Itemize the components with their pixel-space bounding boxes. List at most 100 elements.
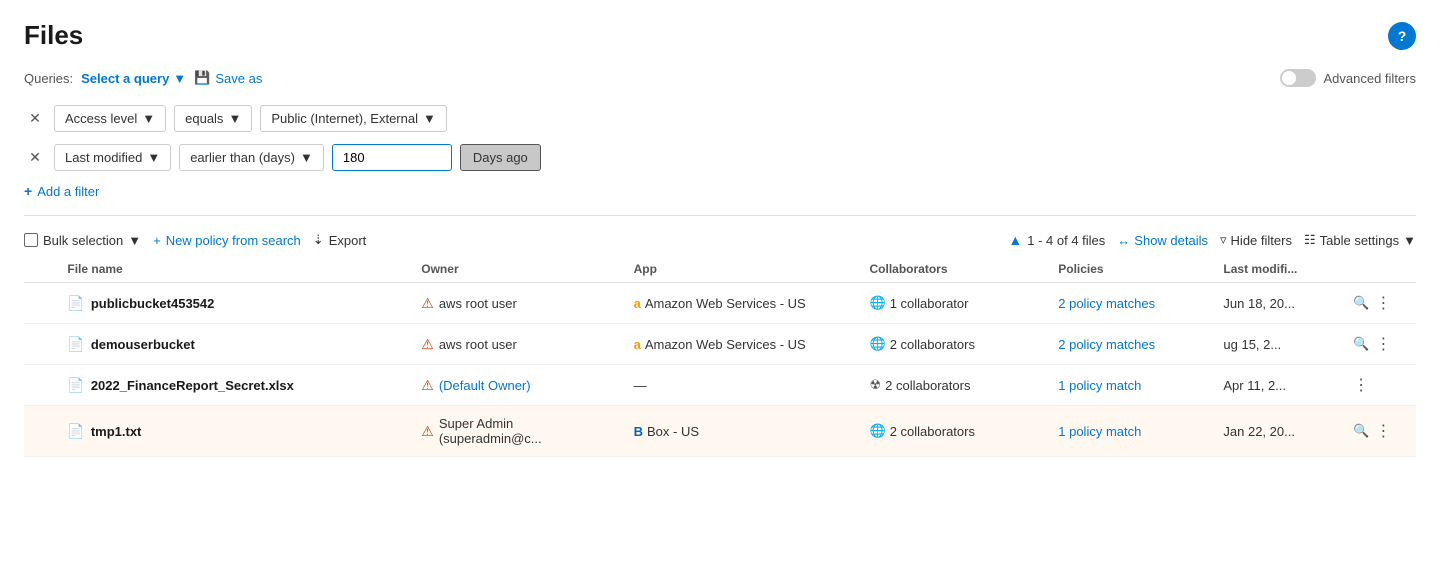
- modified-text: ug 15, 2...: [1223, 337, 1281, 352]
- row-app-cell: a Amazon Web Services - US: [626, 324, 862, 365]
- queries-label: Queries:: [24, 71, 73, 86]
- row-collaborators-cell: ☢ 2 collaborators: [862, 365, 1051, 406]
- hide-filters-button[interactable]: ▿ Hide filters: [1220, 232, 1292, 248]
- chevron-down-icon: ▼: [1403, 233, 1416, 248]
- row-actions-cell: ⋮: [1345, 365, 1416, 406]
- col-policies: Policies: [1050, 256, 1215, 283]
- toggle-thumb: [1282, 71, 1296, 85]
- save-icon: 💾: [194, 70, 210, 86]
- owner-text: Super Admin (superadmin@c...: [439, 416, 618, 446]
- table-row: 📄 2022_FinanceReport_Secret.xlsx ⚠ (Defa…: [24, 365, 1416, 406]
- app-text: Amazon Web Services - US: [645, 337, 806, 352]
- row-more-icon[interactable]: ⋮: [1375, 293, 1391, 313]
- files-table: File name Owner App Collaborators Polici…: [24, 256, 1416, 457]
- arrows-icon: ↔: [1117, 233, 1130, 248]
- export-button[interactable]: ⇣ Export: [313, 232, 366, 248]
- app-text: Amazon Web Services - US: [645, 296, 806, 311]
- save-as-button[interactable]: 💾 Save as: [194, 70, 262, 86]
- filter-2-remove-button[interactable]: ✕: [24, 147, 46, 169]
- row-filename-cell: 📄 tmp1.txt: [59, 406, 413, 457]
- chevron-down-icon: ▼: [423, 111, 436, 126]
- filter-1-field-button[interactable]: Access level ▼: [54, 105, 166, 132]
- row-policies-cell: 2 policy matches: [1050, 324, 1215, 365]
- row-app-cell: —: [626, 365, 862, 406]
- file-icon: 📄: [67, 377, 84, 394]
- row-more-icon[interactable]: ⋮: [1375, 421, 1391, 441]
- bulk-selection-button[interactable]: Bulk selection ▼: [24, 233, 141, 248]
- row-checkbox-cell: [24, 283, 59, 324]
- row-modified-cell: Jun 18, 20...: [1215, 283, 1345, 324]
- select-query-button[interactable]: Select a query ▼: [81, 71, 186, 86]
- filename-text[interactable]: 2022_FinanceReport_Secret.xlsx: [91, 378, 294, 393]
- filter-1-remove-button[interactable]: ✕: [24, 108, 46, 130]
- col-filename: File name: [59, 256, 413, 283]
- app-icon: a: [634, 337, 641, 352]
- results-count: ▲ 1 - 4 of 4 files: [1008, 232, 1105, 248]
- show-details-button[interactable]: ↔ Show details: [1117, 233, 1208, 248]
- table-settings-button[interactable]: ☷ Table settings ▼: [1304, 232, 1416, 248]
- filename-text[interactable]: publicbucket453542: [91, 296, 215, 311]
- row-search-icon[interactable]: 🔍: [1353, 423, 1369, 439]
- new-policy-button[interactable]: + New policy from search: [153, 233, 301, 248]
- warning-icon: ⚠: [421, 377, 434, 394]
- filter-2-days-ago-button[interactable]: Days ago: [460, 144, 541, 171]
- row-modified-cell: Apr 11, 2...: [1215, 365, 1345, 406]
- modified-text: Jun 18, 20...: [1223, 296, 1295, 311]
- filter-2-operator-button[interactable]: earlier than (days) ▼: [179, 144, 324, 171]
- row-filename-cell: 📄 publicbucket453542: [59, 283, 413, 324]
- chevron-down-icon: ▼: [147, 150, 160, 165]
- policies-text[interactable]: 1 policy match: [1058, 378, 1141, 393]
- warning-icon: ⚠: [421, 336, 434, 353]
- app-text: Box - US: [647, 424, 699, 439]
- row-search-icon[interactable]: 🔍: [1353, 336, 1369, 352]
- filter-2-days-input[interactable]: [332, 144, 452, 171]
- row-modified-cell: ug 15, 2...: [1215, 324, 1345, 365]
- col-owner: Owner: [413, 256, 625, 283]
- funnel-outline-icon: ▿: [1220, 232, 1227, 248]
- policies-text[interactable]: 1 policy match: [1058, 424, 1141, 439]
- col-app: App: [626, 256, 862, 283]
- chevron-down-icon: ▼: [173, 71, 186, 86]
- warning-icon: ⚠: [421, 423, 434, 440]
- row-filename-cell: 📄 2022_FinanceReport_Secret.xlsx: [59, 365, 413, 406]
- file-icon: 📄: [67, 336, 84, 353]
- bulk-checkbox: [24, 233, 38, 247]
- help-button[interactable]: ?: [1388, 22, 1416, 50]
- filename-text[interactable]: tmp1.txt: [91, 424, 142, 439]
- row-owner-cell: ⚠ Super Admin (superadmin@c...: [413, 406, 625, 457]
- policies-text[interactable]: 2 policy matches: [1058, 337, 1155, 352]
- chevron-down-icon: ▼: [228, 111, 241, 126]
- filter-row-1: ✕ Access level ▼ equals ▼ Public (Intern…: [24, 105, 1416, 132]
- row-more-icon[interactable]: ⋮: [1375, 334, 1391, 354]
- col-actions: [1345, 256, 1416, 283]
- row-more-icon[interactable]: ⋮: [1353, 375, 1369, 395]
- table-row: 📄 tmp1.txt ⚠ Super Admin (superadmin@c..…: [24, 406, 1416, 457]
- row-checkbox-cell: [24, 324, 59, 365]
- app-icon: B: [634, 424, 643, 439]
- row-filename-cell: 📄 demouserbucket: [59, 324, 413, 365]
- advanced-filters-toggle[interactable]: [1280, 69, 1316, 87]
- add-filter-button[interactable]: + Add a filter: [24, 183, 99, 199]
- filename-text[interactable]: demouserbucket: [91, 337, 195, 352]
- filter-1-operator-button[interactable]: equals ▼: [174, 105, 252, 132]
- filter-1-value-button[interactable]: Public (Internet), External ▼: [260, 105, 447, 132]
- table-row: 📄 publicbucket453542 ⚠ aws root user a A…: [24, 283, 1416, 324]
- col-collaborators: Collaborators: [862, 256, 1051, 283]
- row-search-icon[interactable]: 🔍: [1353, 295, 1369, 311]
- collaborators-text: 2 collaborators: [890, 337, 975, 352]
- row-collaborators-cell: 🌐 2 collaborators: [862, 324, 1051, 365]
- plus-icon: +: [153, 233, 161, 248]
- collab-icon: ☢: [870, 377, 882, 393]
- row-modified-cell: Jan 22, 20...: [1215, 406, 1345, 457]
- collab-icon: 🌐: [870, 295, 886, 311]
- filter-2-field-button[interactable]: Last modified ▼: [54, 144, 171, 171]
- owner-text: aws root user: [439, 337, 517, 352]
- divider: [24, 215, 1416, 216]
- row-actions-cell: 🔍 ⋮: [1345, 406, 1416, 457]
- chevron-down-icon: ▼: [300, 150, 313, 165]
- row-checkbox-cell: [24, 406, 59, 457]
- app-icon: a: [634, 296, 641, 311]
- policies-text[interactable]: 2 policy matches: [1058, 296, 1155, 311]
- plus-icon: +: [24, 183, 32, 199]
- modified-text: Apr 11, 2...: [1223, 378, 1286, 393]
